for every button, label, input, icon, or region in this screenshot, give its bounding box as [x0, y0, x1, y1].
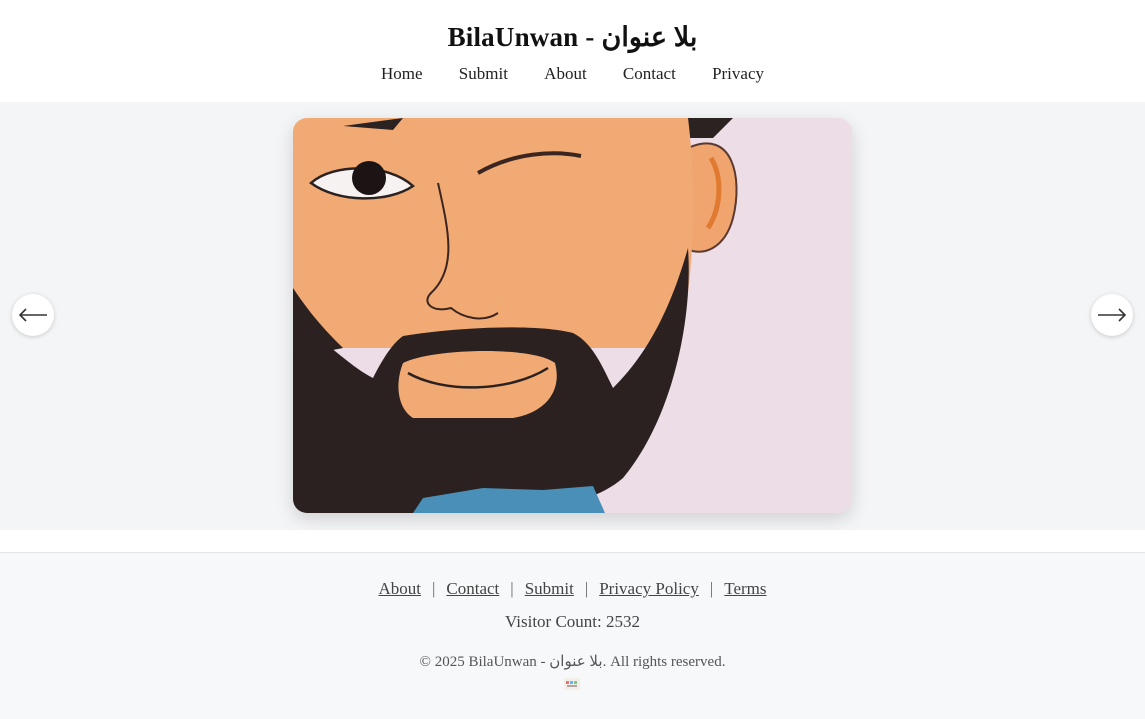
arrow-right-icon — [1098, 308, 1127, 322]
footer-link-submit[interactable]: Submit — [525, 579, 574, 598]
footer-link-privacy-policy[interactable]: Privacy Policy — [599, 579, 699, 598]
copyright-text: © 2025 BilaUnwan - بلا عنوان. All rights… — [419, 654, 726, 670]
image-carousel — [0, 102, 1145, 530]
footer-separator: | — [584, 579, 589, 598]
nav-about[interactable]: About — [544, 64, 587, 84]
visitor-count: Visitor Count: 2532 — [505, 612, 640, 631]
footer-separator: | — [431, 579, 436, 598]
main-nav: Home Submit About Contact Privacy — [0, 64, 1145, 84]
nav-home[interactable]: Home — [381, 64, 423, 84]
counter-badge-icon — [564, 678, 580, 690]
footer-link-contact[interactable]: Contact — [446, 579, 499, 598]
arrow-left-icon — [18, 308, 47, 322]
footer-link-about[interactable]: About — [378, 579, 421, 598]
nav-contact[interactable]: Contact — [623, 64, 676, 84]
cartoon-face-drawing — [293, 118, 852, 513]
site-footer: About | Contact | Submit | Privacy Policy | Term… — [0, 554, 1145, 719]
footer-links: About | Contact | Submit | Privacy Policy | Term… — [0, 579, 1145, 599]
carousel-next-button[interactable] — [1091, 294, 1133, 336]
nav-submit[interactable]: Submit — [459, 64, 508, 84]
footer-separator: | — [709, 579, 714, 598]
carousel-prev-button[interactable] — [12, 294, 54, 336]
section-divider — [0, 530, 1145, 553]
nav-privacy[interactable]: Privacy — [712, 64, 764, 84]
site-title[interactable]: BilaUnwan - بلا عنوان — [0, 22, 1145, 53]
site-header: BilaUnwan - بلا عنوان Home Submit About … — [0, 0, 1145, 102]
footer-link-terms[interactable]: Terms — [724, 579, 766, 598]
carousel-slide-image[interactable] — [293, 118, 852, 513]
footer-separator: | — [510, 579, 514, 598]
